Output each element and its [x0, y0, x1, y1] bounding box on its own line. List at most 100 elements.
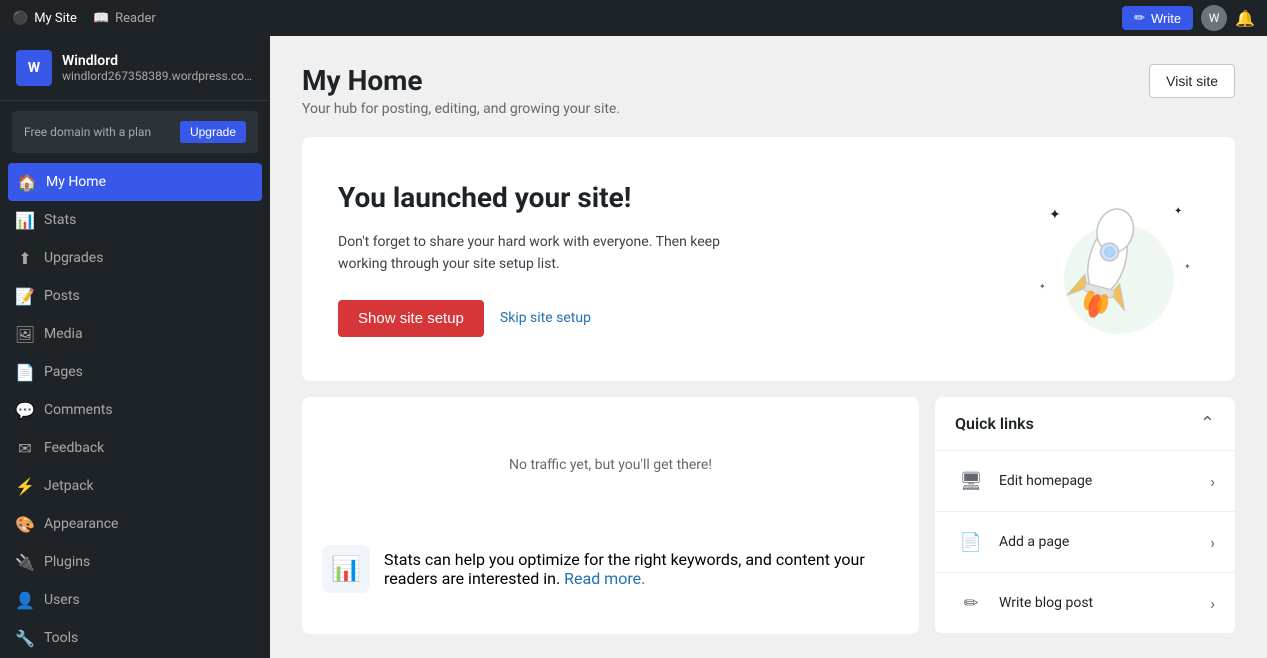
write-blog-arrow-icon: › — [1210, 594, 1215, 613]
sidebar-item-feedback[interactable]: ✉ Feedback — [0, 429, 270, 467]
sidebar: W Windlord windlord267358389.wordpress.c… — [0, 36, 270, 658]
sidebar-item-feedback-label: Feedback — [44, 440, 104, 456]
site-details: Windlord windlord267358389.wordpress.com — [62, 53, 254, 83]
svg-text:✦: ✦ — [1049, 207, 1061, 223]
launch-description: Don't forget to share your hard work wit… — [338, 231, 758, 276]
sidebar-item-users[interactable]: 👤 Users — [0, 581, 270, 619]
quick-link-write-blog[interactable]: ✏ Write blog post › — [935, 573, 1235, 634]
launch-actions: Show site setup Skip site setup — [338, 300, 1019, 337]
sidebar-item-plugins[interactable]: 🔌 Plugins — [0, 543, 270, 581]
write-blog-icon: ✏ — [955, 587, 987, 619]
sidebar-item-tools-label: Tools — [44, 630, 78, 646]
edit-homepage-icon: 🖥 — [955, 465, 987, 497]
site-info: W Windlord windlord267358389.wordpress.c… — [0, 36, 270, 101]
add-page-label: Add a page — [999, 534, 1210, 550]
show-site-setup-button[interactable]: Show site setup — [338, 300, 484, 337]
svg-text:✦: ✦ — [1184, 262, 1191, 271]
sidebar-item-upgrades[interactable]: ⬆ Upgrades — [0, 239, 270, 277]
upgrade-banner: Free domain with a plan Upgrade — [12, 111, 258, 153]
bottom-grid: No traffic yet, but you'll get there! 📊 … — [302, 397, 1235, 634]
page-subtitle: Your hub for posting, editing, and growi… — [302, 101, 620, 117]
pages-icon: 📄 — [16, 363, 34, 381]
write-blog-label: Write blog post — [999, 595, 1210, 611]
write-button[interactable]: ✏ Write — [1122, 6, 1193, 30]
stats-card: No traffic yet, but you'll get there! 📊 … — [302, 397, 919, 634]
stats-description-area: Stats can help you optimize for the righ… — [384, 550, 899, 588]
sidebar-item-comments[interactable]: 💬 Comments — [0, 391, 270, 429]
site-name: Windlord — [62, 53, 254, 69]
appearance-icon: 🎨 — [16, 515, 34, 533]
plugins-icon: 🔌 — [16, 553, 34, 571]
page-title-area: My Home Your hub for posting, editing, a… — [302, 64, 620, 117]
read-more-link[interactable]: Read more. — [564, 569, 645, 588]
launch-title: You launched your site! — [338, 181, 1019, 215]
sidebar-item-appearance-label: Appearance — [44, 516, 118, 532]
myhome-icon: 🏠 — [18, 173, 36, 191]
quick-links-title: Quick links — [955, 414, 1034, 433]
launch-card: You launched your site! Don't forget to … — [302, 137, 1235, 381]
top-bar-right: ✏ Write W 🔔 — [1122, 5, 1255, 31]
users-icon: 👤 — [16, 591, 34, 609]
upgrade-button[interactable]: Upgrade — [180, 121, 246, 143]
topbar-reader[interactable]: 📖 Reader — [93, 11, 156, 26]
svg-text:✦: ✦ — [1174, 206, 1182, 217]
launch-content: You launched your site! Don't forget to … — [338, 181, 1019, 336]
site-logo: W — [16, 50, 52, 86]
sidebar-item-jetpack-label: Jetpack — [44, 478, 94, 494]
topbar-mysite[interactable]: ⚫ My Site — [12, 11, 77, 26]
add-page-icon: 📄 — [955, 526, 987, 558]
avatar-initial: W — [1209, 11, 1220, 25]
stats-icon: 📊 — [16, 211, 34, 229]
write-label: Write — [1151, 11, 1181, 26]
content-area: My Home Your hub for posting, editing, a… — [270, 36, 1267, 658]
sidebar-item-comments-label: Comments — [44, 402, 113, 418]
sidebar-item-media[interactable]: 🖼 Media — [0, 315, 270, 353]
quick-links-collapse-icon[interactable]: ⌃ — [1200, 413, 1215, 434]
sidebar-item-jetpack[interactable]: ⚡ Jetpack — [0, 467, 270, 505]
sidebar-item-media-label: Media — [44, 326, 83, 342]
posts-icon: 📝 — [16, 287, 34, 305]
stats-info-area: 📊 Stats can help you optimize for the ri… — [302, 533, 919, 605]
sidebar-item-stats[interactable]: 📊 Stats — [0, 201, 270, 239]
page-header: My Home Your hub for posting, editing, a… — [302, 64, 1235, 117]
stats-chart-icon: 📊 — [322, 545, 370, 593]
quick-link-add-page[interactable]: 📄 Add a page › — [935, 512, 1235, 573]
sidebar-item-pages-label: Pages — [44, 364, 83, 380]
sidebar-item-pages[interactable]: 📄 Pages — [0, 353, 270, 391]
topbar-mysite-label: My Site — [34, 11, 77, 26]
site-url: windlord267358389.wordpress.com — [62, 69, 254, 83]
edit-homepage-label: Edit homepage — [999, 473, 1210, 489]
skip-site-setup-link[interactable]: Skip site setup — [500, 310, 591, 326]
quick-links-card: Quick links ⌃ 🖥 Edit homepage › 📄 Add a … — [935, 397, 1235, 634]
rocket-illustration: ✦ ✦ ✦ ✦ — [1019, 169, 1199, 349]
main-layout: W Windlord windlord267358389.wordpress.c… — [0, 36, 1267, 658]
upgrade-text: Free domain with a plan — [24, 125, 151, 139]
top-bar: ⚫ My Site 📖 Reader ✏ Write W 🔔 — [0, 0, 1267, 36]
sidebar-item-appearance[interactable]: 🎨 Appearance — [0, 505, 270, 543]
svg-text:✦: ✦ — [1039, 282, 1046, 291]
sidebar-item-tools[interactable]: 🔧 Tools — [0, 619, 270, 657]
sidebar-item-posts[interactable]: 📝 Posts — [0, 277, 270, 315]
comments-icon: 💬 — [16, 401, 34, 419]
notifications-icon[interactable]: 🔔 — [1235, 9, 1255, 28]
sidebar-item-myhome-label: My Home — [46, 174, 106, 190]
jetpack-icon: ⚡ — [16, 477, 34, 495]
quick-link-edit-homepage[interactable]: 🖥 Edit homepage › — [935, 451, 1235, 512]
visit-site-button[interactable]: Visit site — [1149, 64, 1235, 98]
add-page-arrow-icon: › — [1210, 533, 1215, 552]
stats-empty-message: No traffic yet, but you'll get there! — [302, 397, 919, 533]
media-icon: 🖼 — [16, 325, 34, 343]
upgrades-icon: ⬆ — [16, 249, 34, 267]
sidebar-item-myhome[interactable]: 🏠 My Home — [8, 163, 262, 201]
wp-logo-icon: ⚫ — [12, 11, 28, 26]
sidebar-item-upgrades-label: Upgrades — [44, 250, 103, 266]
sidebar-nav: 🏠 My Home 📊 Stats ⬆ Upgrades 📝 Posts 🖼 M… — [0, 163, 270, 658]
write-icon: ✏ — [1134, 10, 1145, 26]
tools-icon: 🔧 — [16, 629, 34, 647]
topbar-reader-label: Reader — [115, 11, 156, 26]
top-bar-left: ⚫ My Site 📖 Reader — [12, 11, 1106, 26]
page-title: My Home — [302, 64, 620, 97]
sidebar-item-plugins-label: Plugins — [44, 554, 90, 570]
rocket-svg: ✦ ✦ ✦ ✦ — [1019, 169, 1199, 349]
user-avatar[interactable]: W — [1201, 5, 1227, 31]
